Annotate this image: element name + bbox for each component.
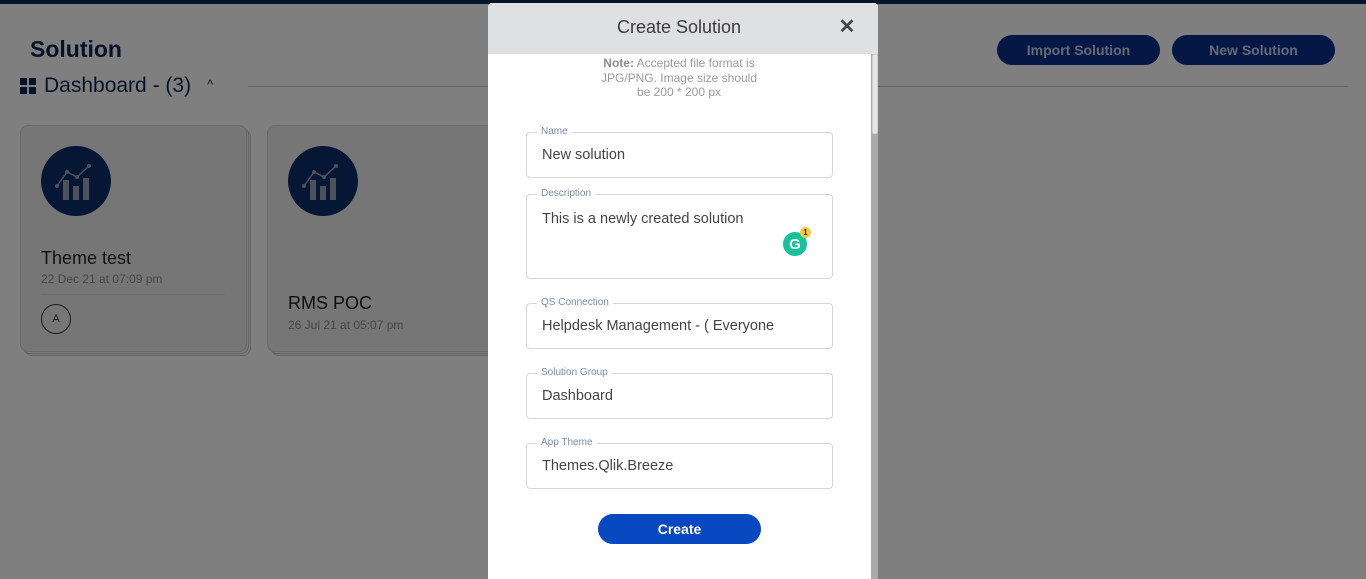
field-label: Description [537,188,596,199]
create-solution-dialog: Create Solution ✕ Note: Accepted file fo… [488,3,878,579]
description-input[interactable]: This is a newly created solution [542,211,822,227]
field-label: QS Connection [537,297,613,308]
description-field[interactable]: Description This is a newly created solu… [526,188,833,279]
file-format-note: Note: Accepted file format is JPG/PNG. I… [596,56,762,100]
qs-connection-field[interactable]: QS Connection Helpdesk Management - ( Ev… [526,297,833,349]
field-label: Solution Group [537,367,612,378]
solution-group-field[interactable]: Solution Group Dashboard [526,367,833,419]
grammarly-count-badge: 1 [800,227,811,238]
name-field[interactable]: Name New solution [526,126,833,178]
modal-header: Create Solution ✕ [488,3,878,54]
field-label: Name [537,126,572,137]
modal-body: Note: Accepted file format is JPG/PNG. I… [488,54,871,579]
create-button[interactable]: Create [598,514,761,544]
qs-connection-select[interactable]: Helpdesk Management - ( Everyone [542,318,822,334]
field-label: App Theme [537,437,597,448]
name-input[interactable]: New solution [542,147,822,163]
modal-title: Create Solution [616,17,742,37]
app-theme-field[interactable]: App Theme Themes.Qlik.Breeze [526,437,833,489]
solution-group-select[interactable]: Dashboard [542,388,822,404]
app-theme-select[interactable]: Themes.Qlik.Breeze [542,458,822,474]
close-icon[interactable]: ✕ [837,16,857,38]
note-label: Note: [603,56,634,70]
scrollbar-thumb[interactable] [872,54,878,134]
